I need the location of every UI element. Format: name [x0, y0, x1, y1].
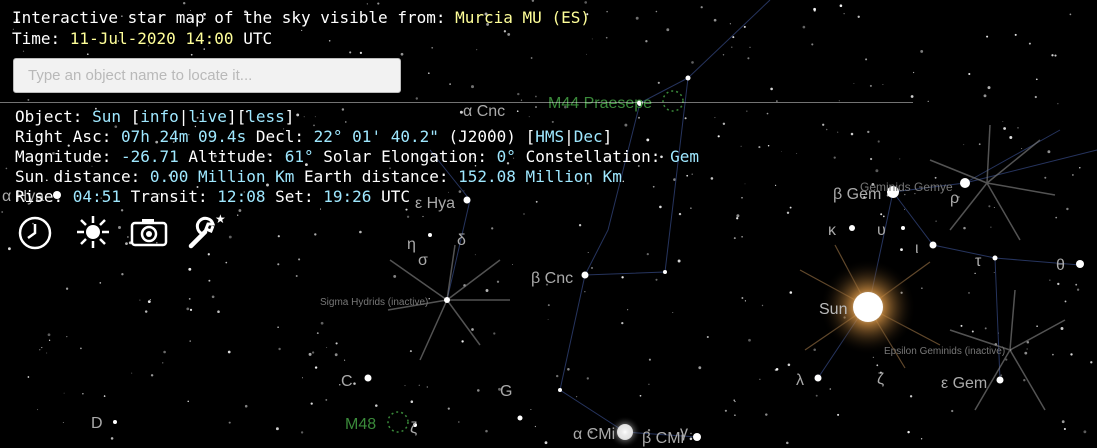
star-label-gamma[interactable]: γ [680, 424, 688, 442]
magnitude-value: -26.71 [120, 147, 179, 166]
rise-set-line: Rise: 04:51 Transit: 12:08 Set: 19:26 UT… [15, 187, 410, 207]
ra-value: 07h 24m 09.4s [120, 127, 247, 146]
star-label-sigma[interactable]: σ [418, 252, 428, 270]
star-label-d[interactable]: D [91, 415, 103, 433]
time-line: Time: 11-Jul-2020 14:00 UTC [12, 29, 272, 49]
elongation-value: 0° [496, 147, 516, 166]
time-value[interactable]: 11-Jul-2020 14:00 [70, 29, 234, 48]
bracket: [ [525, 127, 536, 146]
camera-icon[interactable] [129, 212, 169, 252]
constellation-value: Gem [670, 147, 699, 166]
elongation-label: Solar Elongation: [313, 147, 497, 166]
location-name[interactable]: Murcia MU (ES) [455, 8, 590, 27]
less-link[interactable]: less [246, 107, 285, 126]
magnitude-line: Magnitude: -26.71 Altitude: 61° Solar El… [15, 147, 699, 167]
distance-line: Sun distance: 0.00 Million Km Earth dist… [15, 167, 622, 187]
sun-distance-value: 0.00 Million Km [149, 167, 295, 186]
star-label-upsilon[interactable]: υ [877, 222, 886, 240]
star-label-lambda[interactable]: λ [796, 372, 804, 390]
set-value: 19:26 [323, 187, 372, 206]
star-label-zeta[interactable]: ζ [877, 371, 884, 389]
hms-link[interactable]: HMS [535, 127, 564, 146]
dso-label-m48[interactable]: M48 [345, 416, 376, 434]
star-label-rho[interactable]: ρ [950, 190, 959, 208]
magnitude-label: Magnitude: [15, 147, 121, 166]
altitude-value: 61° [284, 147, 314, 166]
star-label-beta-cnc[interactable]: β Cnc [531, 270, 573, 288]
map-title-prefix: Interactive star map of the sky visible … [12, 8, 456, 27]
settings-wrench-icon[interactable]: ★ [187, 212, 227, 252]
meteor-label-geminids[interactable]: Geminids Gemye [860, 180, 953, 194]
ra-label: Right Asc: [15, 127, 121, 146]
star-label-theta[interactable]: θ [1056, 257, 1065, 275]
dec-link[interactable]: Dec [574, 127, 603, 146]
rise-value: 04:51 [72, 187, 121, 206]
dso-label-m44[interactable]: M44 Praesepe [548, 95, 652, 113]
star-label-alpha-cnc[interactable]: α Cnc [463, 103, 505, 121]
star-label-zeta-2[interactable]: ζ [410, 420, 417, 438]
svg-text:★: ★ [215, 212, 226, 226]
info-separator [0, 102, 913, 103]
star-label-alpha-cmi[interactable]: α CMi [573, 426, 615, 444]
sun-distance-label: Sun distance: [15, 167, 150, 186]
clock-icon[interactable] [15, 212, 55, 252]
object-name: Sun [92, 107, 121, 126]
star-label-epsilon-gem[interactable]: ε Gem [941, 375, 987, 393]
bracket: ] [602, 127, 613, 146]
rise-label: Rise: [15, 187, 73, 206]
star-label-c[interactable]: C [341, 373, 353, 391]
pipe: | [564, 127, 574, 146]
meteor-label-sigma-hydrids[interactable]: Sigma Hydrids (inactive) [320, 297, 428, 308]
info-link[interactable]: info [140, 107, 179, 126]
epoch-label: (J2000) [438, 127, 526, 146]
star-label-iota[interactable]: ι [915, 240, 919, 258]
meteor-label-epsilon-geminids[interactable]: Epsilon Geminids (inactive) [884, 346, 1005, 357]
earth-distance-value: 152.08 Million Km [458, 167, 622, 186]
map-title: Interactive star map of the sky visible … [12, 8, 590, 28]
pipe: | [178, 107, 189, 126]
star-label-g[interactable]: G [500, 383, 512, 401]
time-prefix: Time: [12, 29, 70, 48]
star-label-delta[interactable]: δ [457, 232, 466, 250]
object-search-input[interactable] [13, 58, 401, 93]
star-label-eta[interactable]: η [407, 236, 416, 254]
sun-label[interactable]: Sun [819, 301, 847, 319]
star-label-epsilon-hya[interactable]: ε Hya [415, 195, 455, 213]
transit-label: Transit: [120, 187, 218, 206]
coordinates-line: Right Asc: 07h 24m 09.4s Decl: 22° 01' 4… [15, 127, 612, 147]
bracket: ][ [226, 107, 247, 126]
star-label-kappa[interactable]: κ [828, 222, 836, 240]
object-line: Object: Sun [info|live][less] [15, 107, 294, 127]
altitude-label: Altitude: [178, 147, 285, 166]
utc-suffix: UTC [371, 187, 410, 206]
star-label-beta-cmi[interactable]: β CMi [642, 430, 684, 448]
bracket: ] [284, 107, 295, 126]
time-suffix: UTC [233, 29, 273, 48]
decl-value: 22° 01' 40.2" [313, 127, 439, 146]
earth-distance-label: Earth distance: [294, 167, 459, 186]
decl-label: Decl: [246, 127, 314, 146]
object-label: Object: [15, 107, 93, 126]
brightness-icon[interactable] [73, 212, 113, 252]
star-label-tau[interactable]: τ [975, 253, 981, 271]
bracket: [ [120, 107, 141, 126]
live-link[interactable]: live [188, 107, 227, 126]
constellation-label: Constellation: [515, 147, 671, 166]
set-label: Set: [265, 187, 324, 206]
transit-value: 12:08 [217, 187, 266, 206]
